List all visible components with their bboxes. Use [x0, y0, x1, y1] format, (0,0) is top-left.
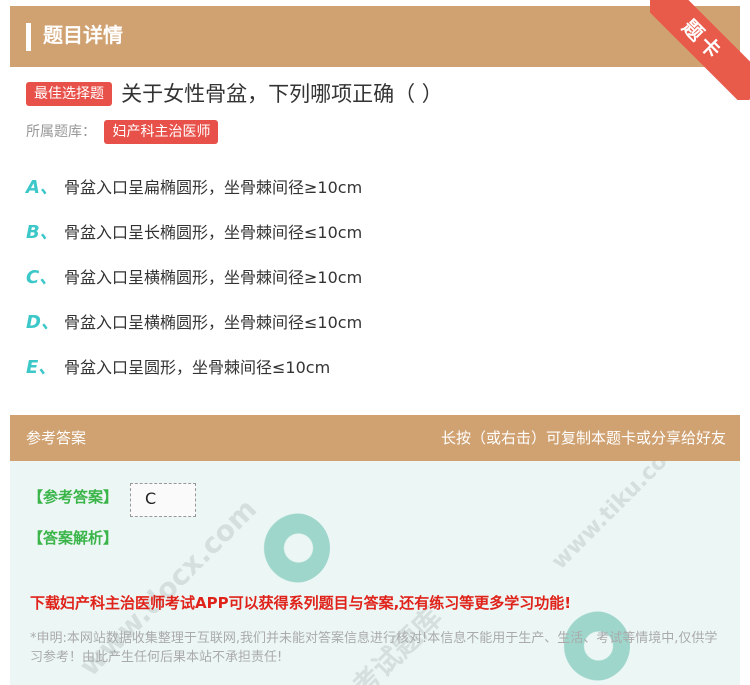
option-letter: E、 — [26, 357, 57, 378]
option-a[interactable]: A、 骨盆入口呈扁椭圆形，坐骨棘间径≥10cm — [26, 176, 362, 200]
option-text: 骨盆入口呈扁椭圆形，坐骨棘间径≥10cm — [64, 178, 363, 197]
option-letter: A、 — [26, 177, 58, 198]
disclaimer-text: *申明:本网站数据收集整理于互联网,我们并未能对答案信息进行核对!本信息不能用于… — [30, 631, 718, 665]
option-text: 骨盆入口呈长椭圆形，坐骨棘间径≤10cm — [64, 223, 363, 242]
option-text: 骨盆入口呈横椭圆形，坐骨棘间径≤10cm — [64, 313, 363, 332]
share-hint: 长按（或右击）可复制本题卡或分享给好友 — [440, 429, 726, 447]
option-c[interactable]: C、 骨盆入口呈横椭圆形，坐骨棘间径≥10cm — [26, 266, 362, 290]
page-title: 题目详情 — [43, 23, 123, 47]
answer-header: 参考答案 长按（或右击）可复制本题卡或分享给好友 — [10, 415, 740, 461]
bank-label: 所属题库： — [26, 124, 96, 140]
option-text: 骨盆入口呈圆形，坐骨棘间径≤10cm — [64, 358, 331, 377]
answer-header-title: 参考答案 — [26, 429, 87, 447]
option-text: 骨盆入口呈横椭圆形，坐骨棘间径≥10cm — [64, 268, 363, 287]
option-letter: B、 — [26, 222, 58, 243]
option-e[interactable]: E、 骨盆入口呈圆形，坐骨棘间径≤10cm — [26, 356, 330, 380]
title-accent-bar — [26, 23, 31, 51]
option-b[interactable]: B、 骨盆入口呈长椭圆形，坐骨棘间径≤10cm — [26, 221, 362, 245]
title-bar: 题目详情 — [10, 6, 740, 67]
bank-tag[interactable]: 妇产科主治医师 — [104, 120, 219, 144]
question-stem: 最佳选择题 关于女性骨盆，下列哪项正确（ ） — [26, 80, 736, 108]
option-letter: D、 — [26, 312, 59, 333]
reference-answer-label: 【参考答案】 — [28, 488, 119, 506]
analysis-label: 【答案解析】 — [28, 529, 119, 547]
watermark-text: www.tiku.com — [546, 461, 689, 575]
answer-panel: www.docx.com www.tiku.com 考试题库 【参考答案】 C … — [10, 461, 740, 685]
reference-answer-value: C — [130, 483, 196, 517]
watermark-logo-icon — [260, 513, 330, 583]
option-d[interactable]: D、 骨盆入口呈横椭圆形，坐骨棘间径≤10cm — [26, 311, 362, 335]
question-type-tag: 最佳选择题 — [26, 82, 112, 106]
question-text: 关于女性骨盆，下列哪项正确（ ） — [121, 82, 443, 106]
question-bank: 所属题库： 妇产科主治医师 — [26, 120, 219, 144]
download-app-link[interactable]: 下载妇产科主治医师考试APP可以获得系列题目与答案,还有练习等更多学习功能! — [30, 592, 571, 614]
option-letter: C、 — [26, 267, 58, 288]
